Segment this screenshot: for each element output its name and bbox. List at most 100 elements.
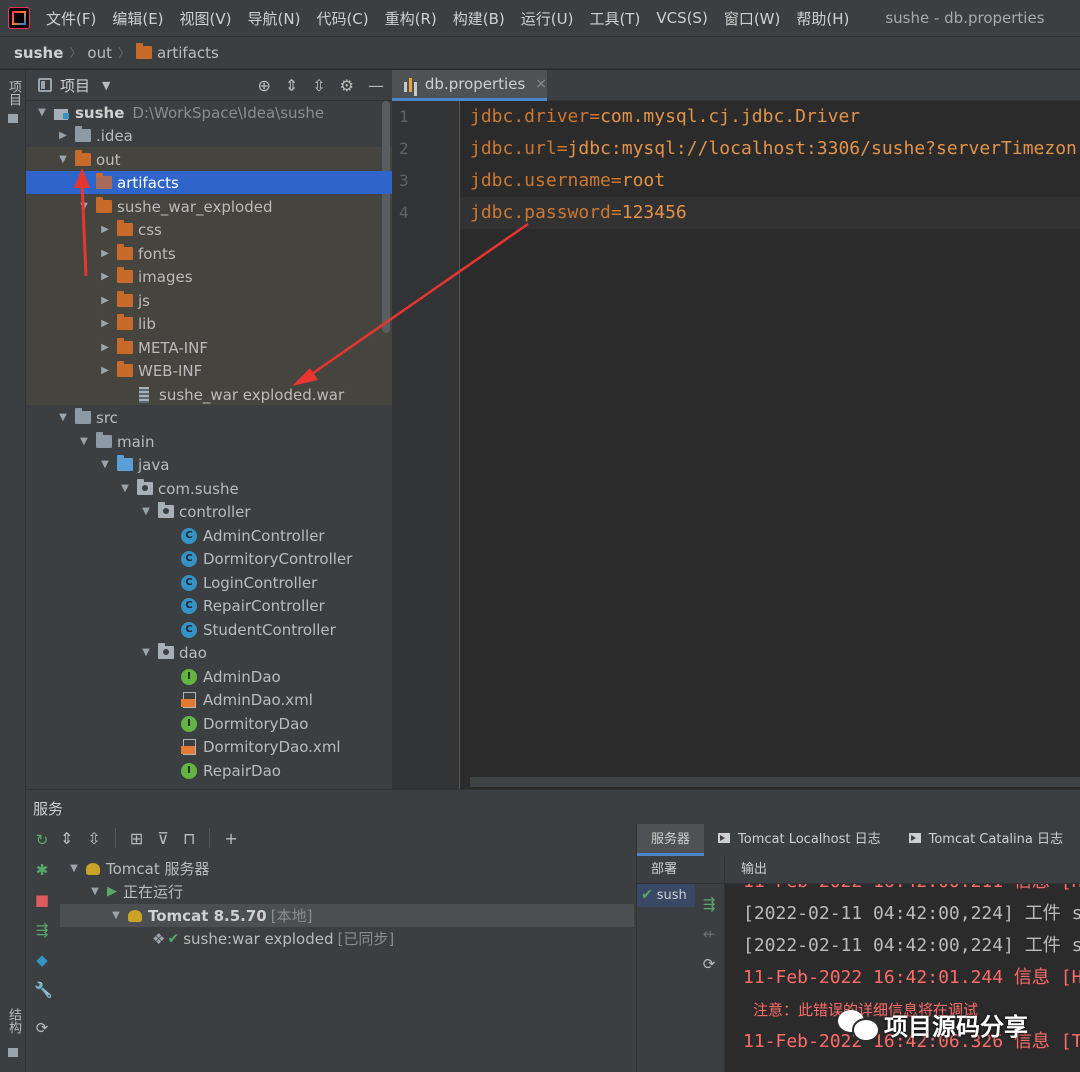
tree-item-dormitory-dao[interactable]: I DormitoryDao bbox=[26, 712, 392, 735]
tree-item-main[interactable]: ▼ main bbox=[26, 430, 392, 453]
artifact-icon[interactable]: ◆ bbox=[34, 952, 50, 968]
tree-item-images[interactable]: ▶ images bbox=[26, 265, 392, 288]
expand-all-icon[interactable]: ⇕ bbox=[60, 829, 73, 848]
tree-item-login-controller[interactable]: C LoginController bbox=[26, 571, 392, 594]
chevron-down-icon[interactable]: ▼ bbox=[138, 647, 154, 658]
chevron-down-icon[interactable]: ▼ bbox=[108, 910, 124, 921]
service-tomcat-instance[interactable]: ▼ Tomcat 8.5.70 [本地] bbox=[60, 904, 634, 927]
deploy-icon[interactable]: ⇶ bbox=[34, 922, 50, 938]
chevron-down-icon[interactable]: ▼ bbox=[76, 201, 92, 212]
collapse-all-icon[interactable]: ⇳ bbox=[87, 829, 100, 848]
chevron-down-icon[interactable]: ▼ bbox=[102, 79, 110, 92]
tree-item-css[interactable]: ▶ css bbox=[26, 218, 392, 241]
tree-item-lib[interactable]: ▶ lib bbox=[26, 312, 392, 335]
menu-view[interactable]: 视图(V) bbox=[172, 8, 240, 29]
tab-server[interactable]: 服务器 bbox=[637, 824, 705, 856]
chevron-down-icon[interactable]: ▼ bbox=[117, 483, 133, 494]
horizontal-scrollbar[interactable] bbox=[470, 777, 1080, 787]
intellij-logo-icon[interactable] bbox=[8, 7, 30, 29]
tree-item-web-inf[interactable]: ▶ WEB-INF bbox=[26, 359, 392, 382]
project-tool-window-button[interactable]: 项目 bbox=[3, 80, 23, 106]
undeploy-icon[interactable]: ⇷ bbox=[699, 924, 719, 944]
breadcrumb-out[interactable]: out bbox=[87, 44, 112, 62]
add-icon[interactable]: + bbox=[224, 829, 237, 848]
close-icon[interactable]: × bbox=[535, 76, 547, 92]
menu-window[interactable]: 窗口(W) bbox=[716, 8, 789, 29]
chevron-right-icon[interactable]: ▶ bbox=[97, 271, 113, 282]
chevron-right-icon[interactable]: ▶ bbox=[97, 342, 113, 353]
service-artifact[interactable]: ❖ ✔ sushe:war exploded [已同步] bbox=[152, 927, 394, 950]
code-editor[interactable]: 1 2 3 4 jdbc.driver=com.mysql.cj.jdbc.Dr… bbox=[392, 101, 1080, 789]
code-line[interactable]: jdbc.username=root bbox=[470, 165, 665, 197]
expand-all-icon[interactable]: ⇕ bbox=[285, 76, 298, 95]
refresh-icon[interactable]: ⟳ bbox=[699, 954, 719, 974]
chevron-down-icon[interactable]: ▼ bbox=[34, 107, 50, 118]
menu-tools[interactable]: 工具(T) bbox=[581, 8, 648, 29]
new-tab-icon[interactable]: ⊓ bbox=[183, 829, 195, 848]
tree-item-dormitory-controller[interactable]: C DormitoryController bbox=[26, 547, 392, 570]
chevron-right-icon[interactable]: ▶ bbox=[97, 248, 113, 259]
refresh-icon[interactable]: ⟳ bbox=[34, 1020, 50, 1036]
minimize-icon[interactable]: — bbox=[368, 76, 384, 95]
menu-build[interactable]: 构建(B) bbox=[445, 8, 513, 29]
menu-edit[interactable]: 编辑(E) bbox=[104, 8, 171, 29]
tree-item-dormitory-dao-xml[interactable]: DormitoryDao.xml bbox=[26, 735, 392, 758]
filter-icon[interactable]: ⊽ bbox=[157, 829, 169, 848]
tree-item-admin-dao-xml[interactable]: AdminDao.xml bbox=[26, 688, 392, 711]
tree-item-js[interactable]: ▶ js bbox=[26, 289, 392, 312]
code-line[interactable]: jdbc.url=jdbc:mysql://localhost:3306/sus… bbox=[470, 133, 1077, 165]
chevron-down-icon[interactable]: ▼ bbox=[97, 459, 113, 470]
tab-tomcat-catalina-log[interactable]: Tomcat Catalina 日志 bbox=[895, 824, 1077, 856]
chevron-right-icon[interactable]: ▶ bbox=[97, 295, 113, 306]
tree-item-src[interactable]: ▼ src bbox=[26, 406, 392, 429]
breadcrumb-artifacts[interactable]: artifacts bbox=[157, 44, 219, 62]
chevron-right-icon[interactable]: ▶ bbox=[97, 318, 113, 329]
tree-item-meta-inf[interactable]: ▶ META-INF bbox=[26, 336, 392, 359]
deployment-item[interactable]: ✔ sush bbox=[637, 884, 695, 907]
project-panel-title[interactable]: 项目 bbox=[60, 75, 90, 96]
menu-navigate[interactable]: 导航(N) bbox=[240, 8, 309, 29]
collapse-all-icon[interactable]: ⇳ bbox=[312, 76, 325, 95]
tree-item-idea[interactable]: ▶ .idea bbox=[26, 124, 392, 147]
menu-code[interactable]: 代码(C) bbox=[308, 8, 376, 29]
tree-item-fonts[interactable]: ▶ fonts bbox=[26, 242, 392, 265]
tree-item-com-sushe[interactable]: ▼ com.sushe bbox=[26, 477, 392, 500]
rerun-icon[interactable]: ↻ bbox=[34, 832, 50, 848]
tree-item-admin-dao[interactable]: I AdminDao bbox=[26, 665, 392, 688]
chevron-down-icon[interactable]: ▼ bbox=[76, 436, 92, 447]
tree-item-sushe-war-exploded[interactable]: ▼ sushe_war_exploded bbox=[26, 195, 392, 218]
gear-icon[interactable]: ⚙ bbox=[340, 76, 354, 95]
stop-icon[interactable]: ■ bbox=[34, 892, 50, 908]
tree-item-sushe[interactable]: ▼ sushe D:\WorkSpace\Idea\sushe bbox=[26, 101, 392, 124]
group-icon[interactable]: ⊞ bbox=[130, 829, 143, 848]
debug-icon[interactable]: ✱ bbox=[34, 862, 50, 878]
wrench-icon[interactable]: 🔧 bbox=[34, 982, 53, 998]
tab-tomcat-localhost-log[interactable]: Tomcat Localhost 日志 bbox=[704, 824, 895, 856]
chevron-down-icon[interactable]: ▼ bbox=[55, 154, 71, 165]
tree-item-repair-controller[interactable]: C RepairController bbox=[26, 594, 392, 617]
chevron-right-icon[interactable]: ▶ bbox=[55, 130, 71, 141]
breadcrumb-project[interactable]: sushe bbox=[14, 44, 63, 62]
service-tomcat-server[interactable]: ▼ Tomcat 服务器 bbox=[66, 857, 209, 880]
locate-icon[interactable]: ⊕ bbox=[257, 76, 270, 95]
chevron-down-icon[interactable]: ▼ bbox=[138, 506, 154, 517]
tree-item-student-controller[interactable]: C StudentController bbox=[26, 618, 392, 641]
tree-item-out[interactable]: ▼ out bbox=[26, 148, 392, 171]
chevron-right-icon[interactable]: ▶ bbox=[97, 224, 113, 235]
tree-item-admin-controller[interactable]: C AdminController bbox=[26, 524, 392, 547]
structure-tool-window-button[interactable]: 结构 bbox=[3, 1008, 23, 1034]
chevron-down-icon[interactable]: ▼ bbox=[66, 863, 82, 874]
menu-vcs[interactable]: VCS(S) bbox=[648, 9, 715, 27]
code-line[interactable]: jdbc.password=123456 bbox=[470, 197, 687, 229]
menu-help[interactable]: 帮助(H) bbox=[788, 8, 857, 29]
tree-item-war-file[interactable]: sushe_war exploded.war bbox=[26, 383, 392, 406]
tree-item-controller[interactable]: ▼ controller bbox=[26, 500, 392, 523]
tree-item-java[interactable]: ▼ java bbox=[26, 453, 392, 476]
menu-run[interactable]: 运行(U) bbox=[513, 8, 582, 29]
tree-item-artifacts[interactable]: artifacts bbox=[26, 171, 392, 194]
menu-file[interactable]: 文件(F) bbox=[38, 8, 104, 29]
menu-refactor[interactable]: 重构(R) bbox=[377, 8, 445, 29]
tree-item-dao[interactable]: ▼ dao bbox=[26, 641, 392, 664]
chevron-right-icon[interactable]: ▶ bbox=[97, 365, 113, 376]
deploy-icon[interactable]: ⇶ bbox=[699, 894, 719, 914]
